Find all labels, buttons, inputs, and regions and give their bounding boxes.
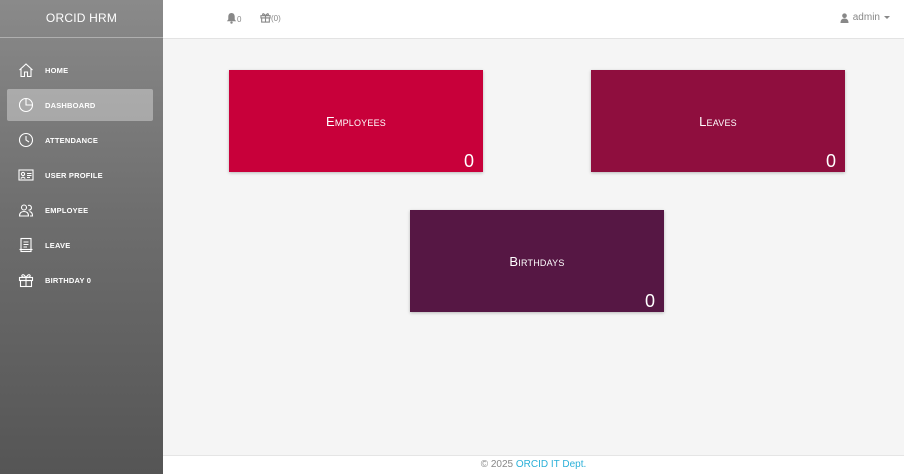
- sidebar-item-attendance[interactable]: ATTENDANCE: [7, 124, 153, 156]
- document-icon: [17, 236, 35, 254]
- gift-icon: [17, 271, 35, 289]
- brand-title[interactable]: ORCID HRM: [0, 0, 163, 38]
- sidebar-item-label: DASHBOARD: [45, 100, 96, 110]
- sidebar: ORCID HRM HOME DASHBOARD ATTENDANCE USER…: [0, 0, 163, 474]
- card-title: Leaves: [699, 114, 737, 129]
- sidebar-item-employee[interactable]: EMPLOYEE: [7, 194, 153, 226]
- users-icon: [17, 201, 35, 219]
- footer: © 2025 ORCID IT Dept.: [163, 455, 904, 474]
- leaves-card[interactable]: Leaves 0: [591, 70, 845, 172]
- sidebar-item-label: BIRTHDAY 0: [45, 275, 92, 285]
- card-count: 0: [644, 291, 655, 311]
- birthdays-count: (0): [271, 14, 281, 23]
- sidebar-item-label: EMPLOYEE: [45, 205, 89, 215]
- sidebar-item-user-profile[interactable]: USER PROFILE: [7, 159, 153, 191]
- sidebar-item-leave[interactable]: LEAVE: [7, 229, 153, 261]
- card-title: Birthdays: [509, 254, 565, 269]
- notifications-count: 0: [237, 15, 242, 24]
- user-icon: [840, 12, 849, 23]
- sidebar-item-label: LEAVE: [45, 240, 71, 250]
- card-count: 0: [825, 151, 836, 171]
- user-name: admin: [852, 12, 880, 23]
- footer-link[interactable]: ORCID IT Dept.: [516, 459, 586, 470]
- birthdays-button[interactable]: (0): [260, 12, 281, 23]
- sidebar-item-label: HOME: [45, 65, 69, 75]
- notifications-button[interactable]: 0: [226, 12, 241, 24]
- user-menu[interactable]: admin: [840, 12, 890, 23]
- top-bar: 0 (0) admin: [163, 0, 904, 39]
- footer-copyright: © 2025: [480, 459, 514, 470]
- sidebar-item-dashboard[interactable]: DASHBOARD: [7, 89, 153, 121]
- sidebar-item-home[interactable]: HOME: [7, 54, 153, 86]
- birthdays-card[interactable]: Birthdays 0: [410, 210, 664, 312]
- sidebar-nav: HOME DASHBOARD ATTENDANCE USER PROFILE E…: [0, 54, 163, 296]
- sidebar-item-birthday[interactable]: BIRTHDAY 0: [7, 264, 153, 296]
- card-title: Employees: [326, 114, 386, 129]
- sidebar-item-label: USER PROFILE: [45, 170, 103, 180]
- pie-chart-icon: [17, 96, 35, 114]
- employees-card[interactable]: Employees 0: [229, 70, 483, 172]
- chevron-down-icon: [884, 16, 890, 19]
- gift-icon: [260, 13, 271, 23]
- bell-icon: [226, 12, 237, 24]
- clock-icon: [17, 131, 35, 149]
- card-count: 0: [463, 151, 474, 171]
- sidebar-item-label: ATTENDANCE: [45, 135, 99, 145]
- home-icon: [17, 61, 35, 79]
- id-card-icon: [17, 166, 35, 184]
